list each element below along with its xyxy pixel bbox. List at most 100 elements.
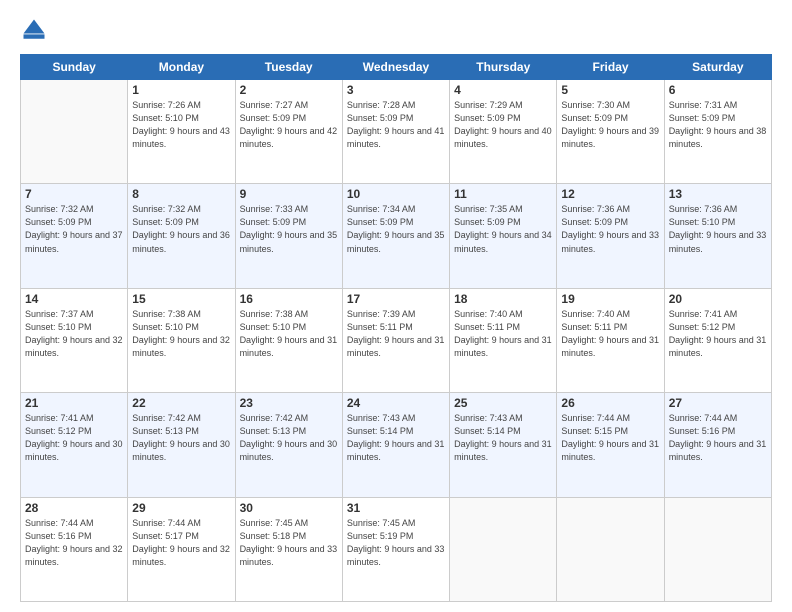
day-number: 19 xyxy=(561,292,659,306)
day-info: Sunrise: 7:44 AMSunset: 5:17 PMDaylight:… xyxy=(132,517,230,569)
calendar-week-row: 21 Sunrise: 7:41 AMSunset: 5:12 PMDayligh… xyxy=(21,393,772,497)
day-number: 14 xyxy=(25,292,123,306)
day-info: Sunrise: 7:45 AMSunset: 5:19 PMDaylight:… xyxy=(347,517,445,569)
calendar-cell: 26 Sunrise: 7:44 AMSunset: 5:15 PMDayligh… xyxy=(557,393,664,497)
day-info: Sunrise: 7:32 AMSunset: 5:09 PMDaylight:… xyxy=(132,203,230,255)
day-number: 18 xyxy=(454,292,552,306)
day-number: 1 xyxy=(132,83,230,97)
day-number: 10 xyxy=(347,187,445,201)
calendar-cell: 6 Sunrise: 7:31 AMSunset: 5:09 PMDaylight… xyxy=(664,80,771,184)
day-info: Sunrise: 7:36 AMSunset: 5:10 PMDaylight:… xyxy=(669,203,767,255)
calendar-cell: 12 Sunrise: 7:36 AMSunset: 5:09 PMDayligh… xyxy=(557,184,664,288)
day-number: 27 xyxy=(669,396,767,410)
day-info: Sunrise: 7:41 AMSunset: 5:12 PMDaylight:… xyxy=(25,412,123,464)
day-number: 26 xyxy=(561,396,659,410)
day-number: 25 xyxy=(454,396,552,410)
day-number: 21 xyxy=(25,396,123,410)
calendar-week-row: 1 Sunrise: 7:26 AMSunset: 5:10 PMDaylight… xyxy=(21,80,772,184)
day-info: Sunrise: 7:36 AMSunset: 5:09 PMDaylight:… xyxy=(561,203,659,255)
day-number: 11 xyxy=(454,187,552,201)
day-number: 30 xyxy=(240,501,338,515)
day-info: Sunrise: 7:40 AMSunset: 5:11 PMDaylight:… xyxy=(454,308,552,360)
day-info: Sunrise: 7:37 AMSunset: 5:10 PMDaylight:… xyxy=(25,308,123,360)
day-info: Sunrise: 7:41 AMSunset: 5:12 PMDaylight:… xyxy=(669,308,767,360)
logo-icon xyxy=(20,16,48,44)
day-number: 2 xyxy=(240,83,338,97)
day-number: 29 xyxy=(132,501,230,515)
calendar-cell: 11 Sunrise: 7:35 AMSunset: 5:09 PMDayligh… xyxy=(450,184,557,288)
calendar-header-row: SundayMondayTuesdayWednesdayThursdayFrid… xyxy=(21,55,772,80)
day-info: Sunrise: 7:43 AMSunset: 5:14 PMDaylight:… xyxy=(347,412,445,464)
calendar-cell: 30 Sunrise: 7:45 AMSunset: 5:18 PMDayligh… xyxy=(235,497,342,601)
day-info: Sunrise: 7:34 AMSunset: 5:09 PMDaylight:… xyxy=(347,203,445,255)
day-number: 15 xyxy=(132,292,230,306)
day-info: Sunrise: 7:28 AMSunset: 5:09 PMDaylight:… xyxy=(347,99,445,151)
day-number: 24 xyxy=(347,396,445,410)
day-number: 7 xyxy=(25,187,123,201)
calendar-cell: 29 Sunrise: 7:44 AMSunset: 5:17 PMDayligh… xyxy=(128,497,235,601)
day-number: 12 xyxy=(561,187,659,201)
day-info: Sunrise: 7:33 AMSunset: 5:09 PMDaylight:… xyxy=(240,203,338,255)
day-info: Sunrise: 7:32 AMSunset: 5:09 PMDaylight:… xyxy=(25,203,123,255)
day-number: 8 xyxy=(132,187,230,201)
calendar-cell: 8 Sunrise: 7:32 AMSunset: 5:09 PMDaylight… xyxy=(128,184,235,288)
calendar-cell: 17Sunrise: 7:39 AMSunset: 5:11 PMDayligh… xyxy=(342,288,449,392)
day-info: Sunrise: 7:35 AMSunset: 5:09 PMDaylight:… xyxy=(454,203,552,255)
calendar-cell: 1 Sunrise: 7:26 AMSunset: 5:10 PMDaylight… xyxy=(128,80,235,184)
calendar-cell: 20 Sunrise: 7:41 AMSunset: 5:12 PMDayligh… xyxy=(664,288,771,392)
calendar-cell: 24 Sunrise: 7:43 AMSunset: 5:14 PMDayligh… xyxy=(342,393,449,497)
calendar-cell: 7 Sunrise: 7:32 AMSunset: 5:09 PMDaylight… xyxy=(21,184,128,288)
day-info: Sunrise: 7:27 AMSunset: 5:09 PMDaylight:… xyxy=(240,99,338,151)
day-number: 31 xyxy=(347,501,445,515)
day-info: Sunrise: 7:40 AMSunset: 5:11 PMDaylight:… xyxy=(561,308,659,360)
day-info: Sunrise: 7:30 AMSunset: 5:09 PMDaylight:… xyxy=(561,99,659,151)
calendar-cell: 2 Sunrise: 7:27 AMSunset: 5:09 PMDaylight… xyxy=(235,80,342,184)
day-number: 6 xyxy=(669,83,767,97)
day-number: 3 xyxy=(347,83,445,97)
day-info: Sunrise: 7:31 AMSunset: 5:09 PMDaylight:… xyxy=(669,99,767,151)
day-info: Sunrise: 7:39 AMSunset: 5:11 PMDaylight:… xyxy=(347,308,445,360)
day-number: 23 xyxy=(240,396,338,410)
calendar-cell: 31 Sunrise: 7:45 AMSunset: 5:19 PMDayligh… xyxy=(342,497,449,601)
calendar-cell xyxy=(21,80,128,184)
calendar-cell: 16Sunrise: 7:38 AMSunset: 5:10 PMDayligh… xyxy=(235,288,342,392)
day-info: Sunrise: 7:44 AMSunset: 5:15 PMDaylight:… xyxy=(561,412,659,464)
day-of-week-header: Tuesday xyxy=(235,55,342,80)
page: SundayMondayTuesdayWednesdayThursdayFrid… xyxy=(0,0,792,612)
calendar-cell: 21 Sunrise: 7:41 AMSunset: 5:12 PMDayligh… xyxy=(21,393,128,497)
calendar-cell xyxy=(664,497,771,601)
day-number: 9 xyxy=(240,187,338,201)
calendar-cell: 27 Sunrise: 7:44 AMSunset: 5:16 PMDayligh… xyxy=(664,393,771,497)
day-info: Sunrise: 7:44 AMSunset: 5:16 PMDaylight:… xyxy=(25,517,123,569)
calendar-cell: 4 Sunrise: 7:29 AMSunset: 5:09 PMDaylight… xyxy=(450,80,557,184)
calendar-cell: 22 Sunrise: 7:42 AMSunset: 5:13 PMDayligh… xyxy=(128,393,235,497)
calendar-cell xyxy=(450,497,557,601)
calendar-week-row: 14 Sunrise: 7:37 AMSunset: 5:10 PMDayligh… xyxy=(21,288,772,392)
calendar-cell xyxy=(557,497,664,601)
calendar-cell: 15 Sunrise: 7:38 AMSunset: 5:10 PMDayligh… xyxy=(128,288,235,392)
calendar-cell: 13Sunrise: 7:36 AMSunset: 5:10 PMDayligh… xyxy=(664,184,771,288)
header xyxy=(20,16,772,44)
calendar-cell: 5Sunrise: 7:30 AMSunset: 5:09 PMDaylight… xyxy=(557,80,664,184)
calendar-cell: 25Sunrise: 7:43 AMSunset: 5:14 PMDayligh… xyxy=(450,393,557,497)
day-info: Sunrise: 7:26 AMSunset: 5:10 PMDaylight:… xyxy=(132,99,230,151)
calendar-cell: 23Sunrise: 7:42 AMSunset: 5:13 PMDayligh… xyxy=(235,393,342,497)
day-number: 22 xyxy=(132,396,230,410)
day-of-week-header: Saturday xyxy=(664,55,771,80)
calendar-table: SundayMondayTuesdayWednesdayThursdayFrid… xyxy=(20,54,772,602)
day-info: Sunrise: 7:45 AMSunset: 5:18 PMDaylight:… xyxy=(240,517,338,569)
day-info: Sunrise: 7:29 AMSunset: 5:09 PMDaylight:… xyxy=(454,99,552,151)
day-info: Sunrise: 7:44 AMSunset: 5:16 PMDaylight:… xyxy=(669,412,767,464)
day-of-week-header: Friday xyxy=(557,55,664,80)
calendar-cell: 18 Sunrise: 7:40 AMSunset: 5:11 PMDayligh… xyxy=(450,288,557,392)
day-info: Sunrise: 7:42 AMSunset: 5:13 PMDaylight:… xyxy=(132,412,230,464)
day-number: 4 xyxy=(454,83,552,97)
calendar-cell: 19 Sunrise: 7:40 AMSunset: 5:11 PMDayligh… xyxy=(557,288,664,392)
day-number: 20 xyxy=(669,292,767,306)
day-info: Sunrise: 7:38 AMSunset: 5:10 PMDaylight:… xyxy=(132,308,230,360)
calendar-cell: 28Sunrise: 7:44 AMSunset: 5:16 PMDayligh… xyxy=(21,497,128,601)
day-of-week-header: Thursday xyxy=(450,55,557,80)
day-of-week-header: Monday xyxy=(128,55,235,80)
calendar-cell: 3 Sunrise: 7:28 AMSunset: 5:09 PMDaylight… xyxy=(342,80,449,184)
day-number: 16 xyxy=(240,292,338,306)
